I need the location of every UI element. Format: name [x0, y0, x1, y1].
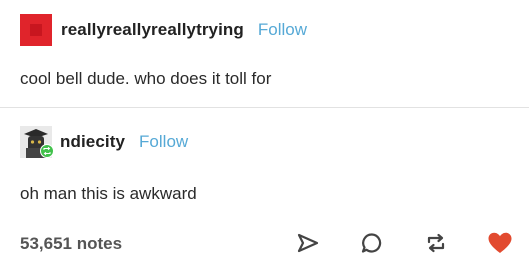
reblog-button[interactable]: [423, 230, 449, 256]
post-block-2: ndiecity Follow oh man this is awkward: [0, 109, 529, 213]
like-button[interactable]: [487, 230, 513, 256]
divider: [0, 107, 529, 108]
reblog-icon: [427, 233, 445, 253]
username[interactable]: ndiecity: [60, 132, 125, 152]
post-footer: 53,651 notes: [0, 218, 529, 273]
post-text: cool bell dude. who does it toll for: [20, 69, 272, 88]
follow-link[interactable]: Follow: [139, 132, 188, 152]
post-actions: [295, 230, 513, 256]
reply-icon: [361, 233, 382, 253]
reblog-badge-icon: [40, 144, 54, 158]
reply-button[interactable]: [359, 230, 385, 256]
share-button[interactable]: [295, 230, 321, 256]
post-text: oh man this is awkward: [20, 184, 197, 203]
follow-link[interactable]: Follow: [258, 20, 307, 40]
tumblr-post: reallyreallyreallytrying Follow cool bel…: [0, 0, 529, 273]
avatar[interactable]: [20, 14, 52, 46]
notes-count[interactable]: 53,651 notes: [20, 234, 122, 254]
avatar-inner-square: [30, 24, 42, 36]
post-block-1: reallyreallyreallytrying Follow cool bel…: [0, 0, 529, 108]
post-header: ndiecity Follow: [20, 126, 188, 158]
like-heart-icon: [488, 232, 512, 253]
post-header: reallyreallyreallytrying Follow: [20, 14, 307, 46]
username[interactable]: reallyreallyreallytrying: [61, 20, 244, 40]
share-icon: [297, 233, 319, 253]
